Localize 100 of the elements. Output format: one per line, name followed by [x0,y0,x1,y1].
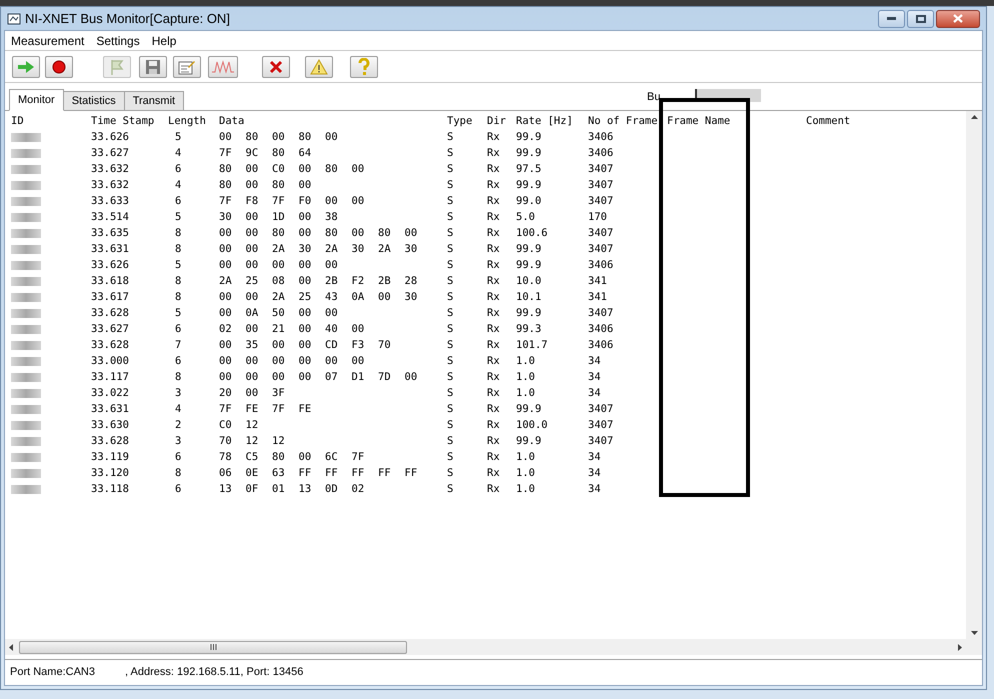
data-byte: 00 [352,162,366,177]
data-byte: 80 [298,130,312,145]
data-byte: 00 [298,306,312,321]
table-cell: 99.9 [516,435,542,447]
table-cell: 34 [588,355,601,367]
table-cell: 33.627 [91,147,129,159]
data-byte: 7F [272,194,286,209]
column-header: Data [219,115,244,127]
data-byte: 00 [298,258,312,273]
data-byte: 00 [219,370,233,385]
table-cell: 3406 [588,131,614,143]
table-cell: Rx [487,259,500,271]
minimize-button[interactable] [878,10,905,28]
redacted-id [11,148,41,158]
data-byte: 0A [246,306,260,321]
table-cell: 5.0 [516,211,535,223]
data-byte: 2A [378,242,392,257]
data-byte: 80 [272,178,286,193]
data-byte: 7F [219,194,233,209]
table-cell: 33.514 [91,211,129,223]
data-byte: 00 [298,370,312,385]
data-byte: 13 [298,482,312,497]
scroll-down-icon [970,631,978,635]
scroll-left-icon [9,644,13,650]
data-byte: C0 [219,418,233,433]
data-byte: 00 [246,290,260,305]
data-byte: 7F [219,402,233,417]
table-cell: 6 [175,483,182,495]
data-byte: 63 [272,466,286,481]
data-byte: 80 [246,130,260,145]
redacted-id [11,324,41,334]
data-byte: 00 [219,258,233,273]
data-byte: 2A [272,290,286,305]
close-button[interactable] [936,10,980,28]
menu-item[interactable]: Measurement [5,32,90,50]
tab[interactable]: Transmit [124,91,184,110]
horizontal-scrollbar[interactable] [5,639,966,655]
data-byte: 00 [219,306,233,321]
data-byte: 80 [378,226,392,241]
tab[interactable]: Monitor [9,89,64,111]
table-cell: Rx [487,307,500,319]
data-byte: 80 [272,226,286,241]
table-cell: 99.9 [516,179,542,191]
table-cell: 1.0 [516,387,535,399]
data-byte: 00 [298,178,312,193]
table-cell: Rx [487,419,500,431]
data-byte: 7F [352,450,366,465]
waveform-icon [211,60,235,74]
tab[interactable]: Statistics [62,91,125,110]
data-byte: 00 [272,130,286,145]
table-cell: 8 [175,275,182,287]
column-header: Dir [487,115,506,127]
table-cell: 3407 [588,163,614,175]
table-cell: S [447,323,454,335]
table-cell: 33.628 [91,339,129,351]
maximize-button[interactable] [907,10,934,28]
table-cell: Rx [487,387,500,399]
data-byte: 00 [219,290,233,305]
table-cell: 8 [175,243,182,255]
toolbar-button[interactable] [262,56,290,78]
data-byte: 12 [246,418,260,433]
data-byte: 00 [272,338,286,353]
vertical-scrollbar[interactable] [966,111,982,639]
table-cell: 8 [175,467,182,479]
data-byte: FF [298,466,312,481]
table-cell: 6 [175,163,182,175]
table-cell: 99.3 [516,323,542,335]
data-byte: 00 [219,338,233,353]
table-cell: 99.9 [516,131,542,143]
data-byte: 00 [219,354,233,369]
data-byte: 02 [352,482,366,497]
data-byte: 00 [298,322,312,337]
toolbar-button[interactable] [45,56,73,78]
redacted-id [11,196,41,206]
data-byte: 35 [246,338,260,353]
table-cell: 99.9 [516,243,542,255]
data-byte: 70 [378,338,392,353]
data-byte: C5 [246,450,260,465]
toolbar-button[interactable] [173,56,201,78]
menu-item[interactable]: Help [146,32,182,50]
data-byte: 80 [219,162,233,177]
toolbar-button[interactable] [139,56,167,78]
data-byte: 00 [246,210,260,225]
table-cell: 33.618 [91,275,129,287]
redacted-id [11,212,41,222]
table-cell: 34 [588,451,601,463]
data-byte: 02 [219,322,233,337]
menu-item[interactable]: Settings [90,32,146,50]
table-cell: S [447,371,454,383]
data-byte: 13 [219,482,233,497]
data-byte: 06 [219,466,233,481]
table-cell: 101.7 [516,339,548,351]
data-byte: 30 [219,210,233,225]
data-byte: 00 [272,354,286,369]
table-cell: 1.0 [516,467,535,479]
table-cell: 99.9 [516,147,542,159]
data-byte: 00 [246,242,260,257]
scrollbar-thumb[interactable] [19,640,407,654]
table-cell: 4 [175,147,182,159]
table-cell: 33.626 [91,259,129,271]
